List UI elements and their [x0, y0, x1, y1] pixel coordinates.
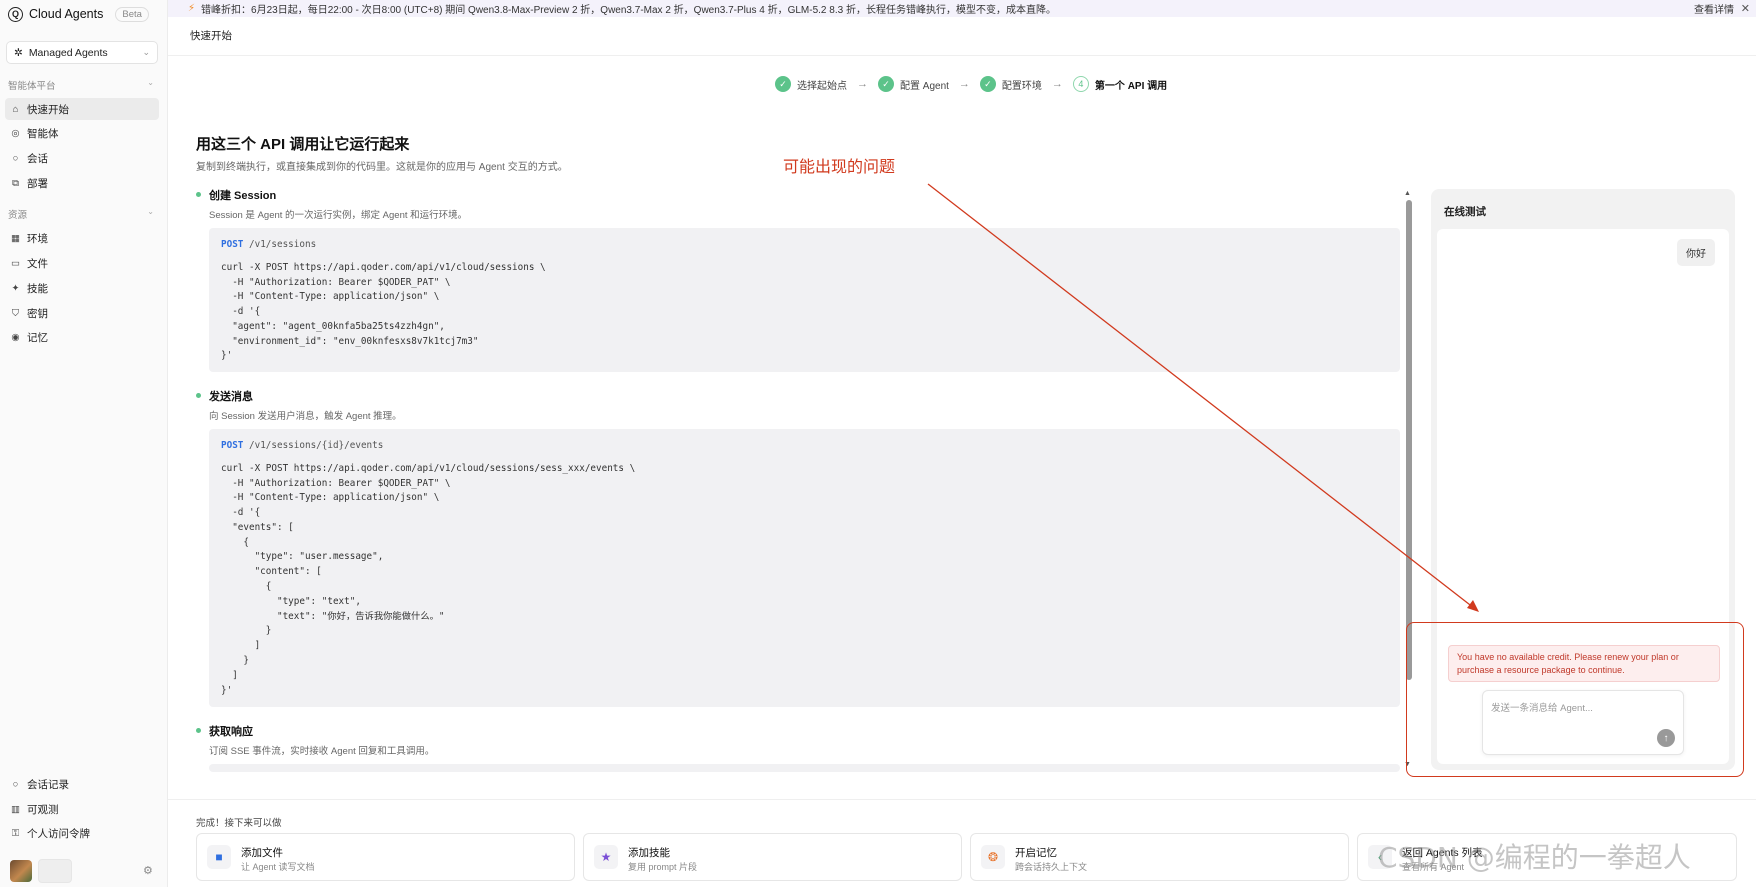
card-title: 开启记忆	[1015, 847, 1057, 859]
card-enable-memory[interactable]: ❂ 开启记忆 跨会话持久上下文	[970, 833, 1349, 881]
card-add-skills[interactable]: ★ 添加技能 复用 prompt 片段	[583, 833, 962, 881]
watermark: CSDN @编程的一拳超人	[1378, 841, 1691, 874]
divider	[168, 799, 1756, 800]
card-desc: 复用 prompt 片段	[628, 862, 698, 872]
annotation-highlight-box	[1406, 622, 1744, 777]
card-desc: 跨会话持久上下文	[1015, 862, 1088, 872]
card-title: 添加文件	[241, 847, 283, 859]
card-add-files[interactable]: ■ 添加文件 让 Agent 读写文档	[196, 833, 575, 881]
star-icon: ★	[594, 845, 618, 869]
brain-icon: ❂	[981, 845, 1005, 869]
next-steps-title: 完成！接下来可以做	[196, 818, 282, 829]
card-desc: 让 Agent 读写文档	[241, 862, 315, 872]
card-title: 添加技能	[628, 847, 670, 859]
folder-icon: ■	[207, 845, 231, 869]
